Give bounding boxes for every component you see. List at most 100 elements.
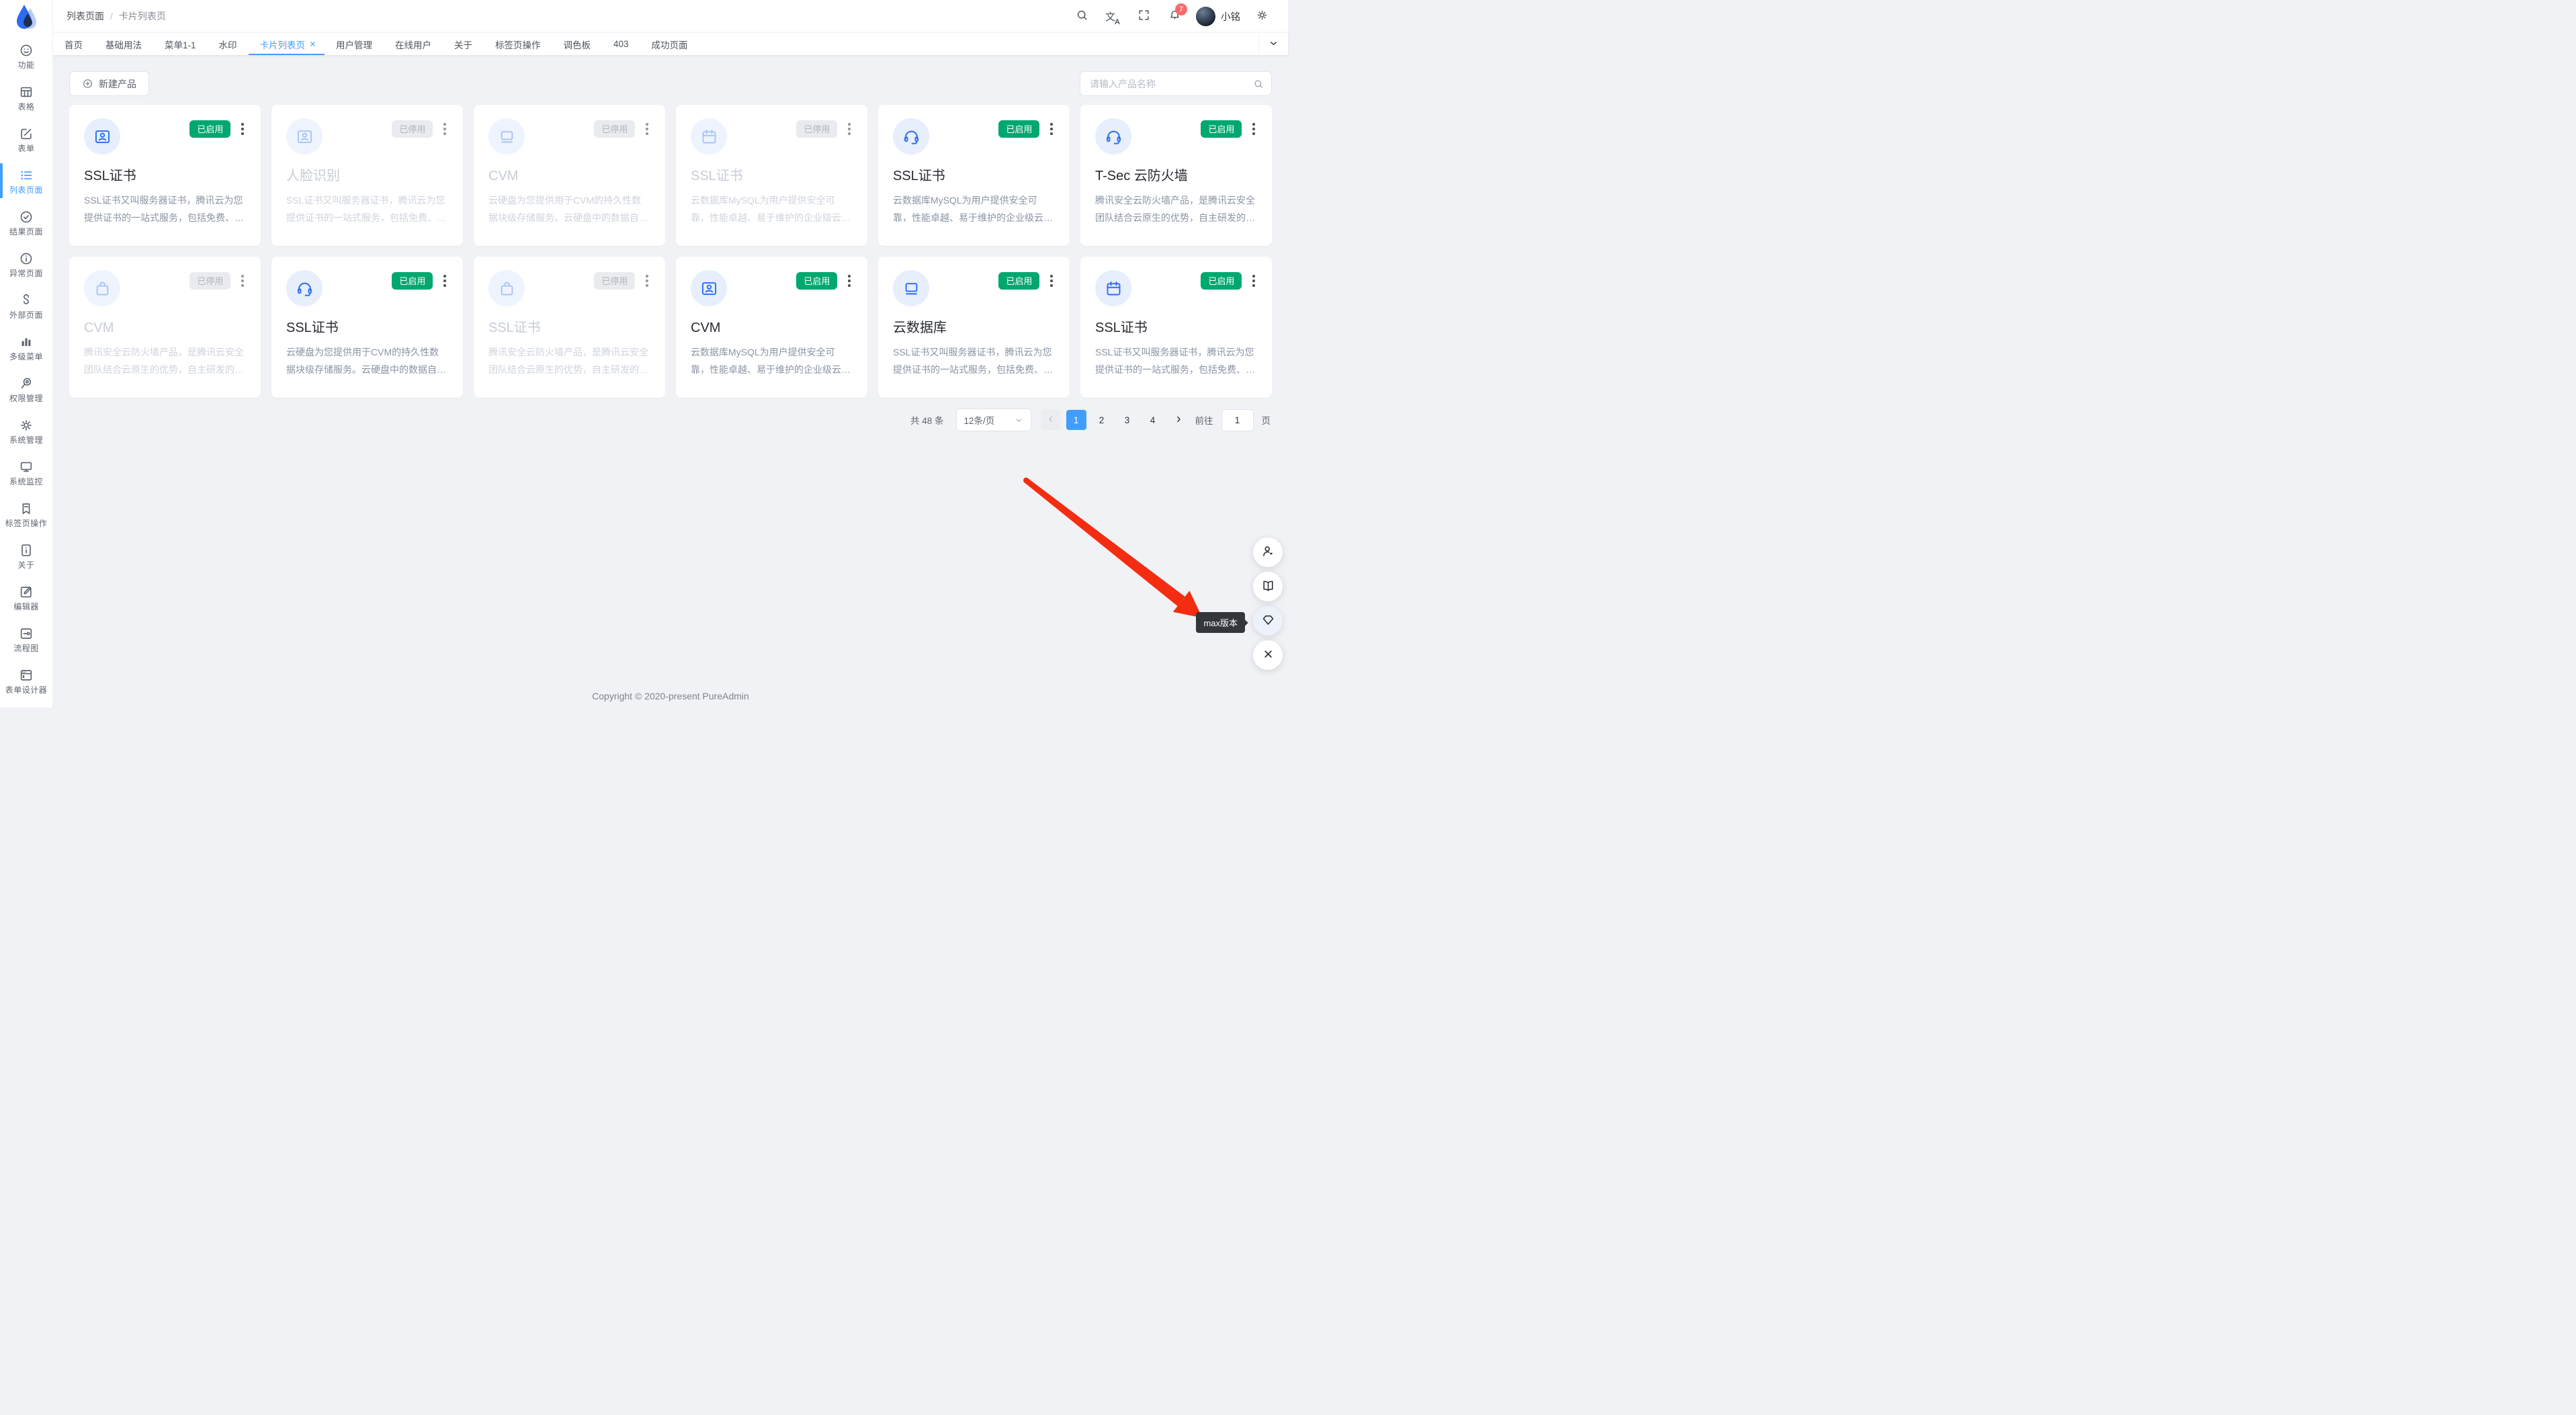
product-card[interactable]: 已停用SSL证书腾讯安全云防火墙产品，是腾讯云安全团队结合云原生的优势，自主研发… [474,257,665,398]
card-header: 已停用 [84,270,246,306]
more-button[interactable] [1250,271,1257,290]
sidebar-item[interactable]: 结果页面 [0,202,52,243]
status-badge: 已停用 [189,272,230,290]
more-button[interactable] [239,120,246,138]
translate-button[interactable]: 文A [1100,3,1125,30]
card-actions: 已启用 [1201,120,1257,138]
more-dots-icon [241,123,244,126]
tab-item[interactable]: 卡片列表页 [249,33,325,55]
product-card[interactable]: 已停用人脸识别SSL证书又叫服务器证书，腾讯云为您提供证书的一站式服务，包括免费… [271,105,463,246]
sidebar-item[interactable]: 列表页面 [0,160,52,202]
tab-item[interactable]: 用户管理 [325,33,384,55]
sidebar-item[interactable]: 关于 [0,535,52,576]
product-card[interactable]: 已启用T-Sec 云防火墙腾讯安全云防火墙产品，是腾讯云安全团队结合云原生的优势… [1080,105,1272,246]
product-title: SSL证书 [893,168,1055,184]
fab-user-button[interactable] [1253,538,1283,567]
product-search-input[interactable] [1080,71,1272,96]
product-card[interactable]: 已启用SSL证书SSL证书又叫服务器证书，腾讯云为您提供证书的一站式服务，包括免… [69,105,261,246]
tab-item[interactable]: 在线用户 [384,33,443,55]
card-actions: 已停用 [189,271,246,290]
product-card[interactable]: 已启用SSL证书云数据库MySQL为用户提供安全可靠，性能卓越、易于维护的企业级… [878,105,1070,246]
sidebar-item[interactable]: 功能 [0,35,52,77]
pagination: 共 48 条 12条/页 1234 [69,409,1272,431]
sidebar-item[interactable]: 表单 [0,118,52,160]
sidebar-item[interactable]: 编辑器 [0,576,52,618]
more-button[interactable] [846,120,853,138]
page-number-button[interactable]: 3 [1117,410,1137,430]
product-title: CVM [488,168,650,184]
more-dots-icon [1050,275,1053,277]
product-avatar [286,118,323,155]
product-card[interactable]: 已启用CVM云数据库MySQL为用户提供安全可靠，性能卓越、易于维护的企业级云数… [676,257,867,398]
tab-item[interactable]: 调色板 [552,33,603,55]
app-logo[interactable] [13,3,40,34]
more-button[interactable] [846,271,853,290]
page-number-button[interactable]: 4 [1143,410,1163,430]
page-number-button[interactable]: 1 [1066,410,1086,430]
product-card[interactable]: 已启用云数据库SSL证书又叫服务器证书，腾讯云为您提供证书的一站式服务，包括免费… [878,257,1070,398]
page-size-select[interactable]: 12条/页 [956,409,1031,431]
prev-page-button[interactable] [1041,410,1061,430]
tab-item[interactable]: 关于 [443,33,484,55]
tab-item[interactable]: 标签页操作 [484,33,552,55]
product-card[interactable]: 已停用CVM云硬盘为您提供用于CVM的持久性数据块级存储服务。云硬盘中的数据自动… [474,105,665,246]
user-menu[interactable]: 小铭 [1196,7,1240,26]
tab-item[interactable]: 菜单1-1 [153,33,208,55]
more-button[interactable] [441,120,448,138]
sidebar-item[interactable]: 外部页面 [0,285,52,327]
more-button[interactable] [441,271,448,290]
fullscreen-button[interactable] [1131,3,1156,30]
notifications-button[interactable]: 7 [1162,3,1187,30]
product-card[interactable]: 已启用SSL证书云硬盘为您提供用于CVM的持久性数据块级存储服务。云硬盘中的数据… [271,257,463,398]
sidebar-item[interactable]: 权限管理 [0,368,52,410]
sidebar-item[interactable]: 流程图 [0,618,52,660]
tab-item[interactable]: 基础用法 [94,33,153,55]
tabs-dropdown-button[interactable] [1258,33,1288,55]
more-button[interactable] [644,120,650,138]
bag-card-icon [93,280,112,298]
search-icon[interactable] [1253,79,1264,89]
tab-item[interactable]: 首页 [53,33,94,55]
fab-close-button[interactable] [1253,640,1283,670]
header-search-button[interactable] [1069,3,1094,30]
settings-button[interactable] [1249,3,1275,30]
product-card[interactable]: 已停用SSL证书云数据库MySQL为用户提供安全可靠，性能卓越、易于维护的企业级… [676,105,867,246]
magic-icon [19,43,34,58]
tab-label: 关于 [454,38,472,51]
sidebar-item[interactable]: 表格 [0,77,52,118]
more-button[interactable] [644,271,650,290]
sidebar-item[interactable]: 系统管理 [0,410,52,452]
bar-chart-icon [19,335,34,349]
next-page-button[interactable] [1168,410,1189,430]
chevron-down-icon [1269,38,1279,50]
sidebar-item[interactable]: 系统监控 [0,452,52,493]
breadcrumb-item[interactable]: 列表页面 [67,9,104,23]
product-description: 腾讯安全云防火墙产品，是腾讯云安全团队结合云原生的优势，自主研发的SaaS化防火… [84,343,246,378]
more-button[interactable] [1048,271,1055,290]
pagination-total: 共 48 条 [910,413,944,427]
sidebar-item[interactable]: 异常页面 [0,243,52,285]
doc-info-icon [19,543,34,558]
bookmark-icon [19,501,34,516]
close-icon[interactable] [309,40,316,48]
tab-item[interactable]: 成功页面 [640,33,699,55]
more-button[interactable] [1048,120,1055,138]
sidebar-item[interactable]: 标签页操作 [0,493,52,535]
status-badge: 已停用 [594,120,635,138]
tab-item[interactable]: 水印 [208,33,249,55]
new-product-button[interactable]: 新建产品 [69,71,149,96]
product-card[interactable]: 已停用CVM腾讯安全云防火墙产品，是腾讯云安全团队结合云原生的优势，自主研发的S… [69,257,261,398]
more-button[interactable] [239,271,246,290]
goto-page-input[interactable] [1221,409,1254,431]
sidebar-item[interactable]: 表单设计器 [0,660,52,701]
more-button[interactable] [1250,120,1257,138]
fab-docs-button[interactable] [1253,572,1283,601]
page-number-button[interactable]: 2 [1092,410,1112,430]
fab-max-version-button[interactable] [1253,606,1283,636]
product-card[interactable]: 已启用SSL证书SSL证书又叫服务器证书，腾讯云为您提供证书的一站式服务，包括免… [1080,257,1272,398]
footer-copyright: Copyright © 2020-present PureAdmin [53,691,1288,701]
chevron-down-icon [1015,416,1023,425]
tab-label: 卡片列表页 [260,38,306,51]
tab-item[interactable]: 403 [602,33,640,55]
sidebar-item[interactable]: 多级菜单 [0,327,52,368]
